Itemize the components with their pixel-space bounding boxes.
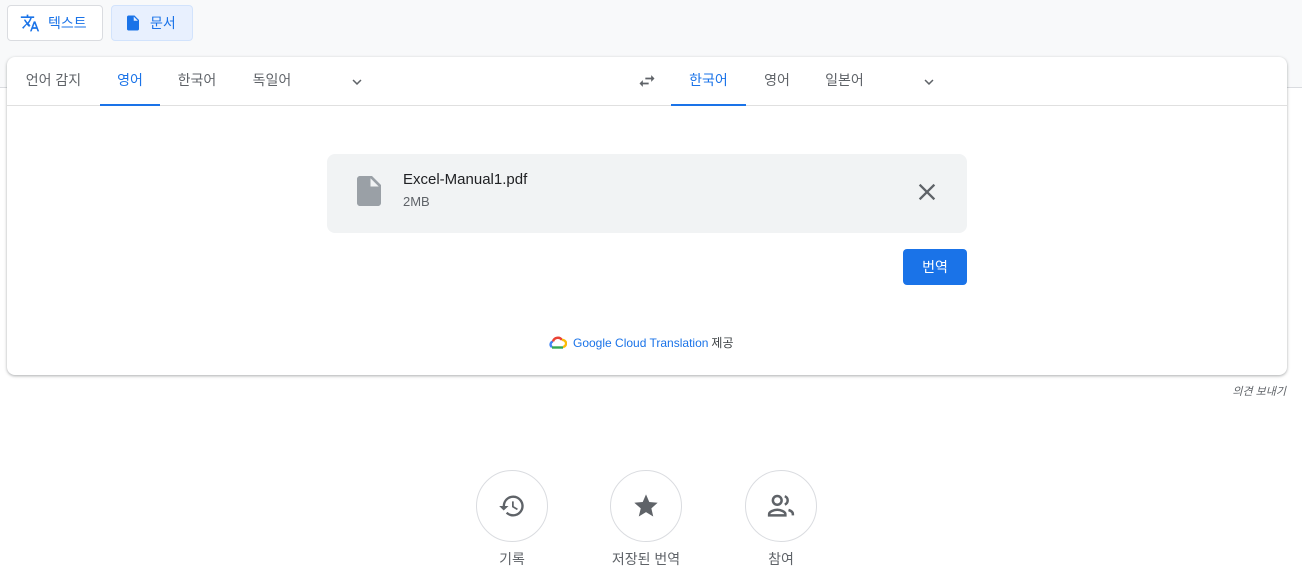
send-feedback-link[interactable]: 의견 보내기: [1232, 383, 1286, 399]
community-icon: [767, 494, 795, 517]
file-size: 2MB: [403, 194, 430, 209]
remove-file-close-icon[interactable]: [913, 178, 941, 206]
document-mode-button[interactable]: 문서: [111, 5, 193, 41]
uploaded-file: Excel-Manual1.pdf 2MB: [327, 154, 967, 233]
star-icon: [634, 494, 658, 517]
target-more-chevron-icon[interactable]: [920, 73, 938, 91]
source-tab-german[interactable]: 독일어: [237, 57, 307, 106]
text-mode-label: 텍스트: [48, 15, 87, 31]
target-tab-japanese[interactable]: 일본어: [812, 57, 877, 106]
swap-languages-icon[interactable]: [637, 71, 657, 91]
saved-label: 저장된 번역: [611, 551, 681, 567]
translate-button[interactable]: 번역: [903, 249, 967, 285]
text-mode-button[interactable]: 텍스트: [7, 5, 103, 41]
saved-button[interactable]: [610, 470, 682, 542]
document-mode-label: 문서: [150, 15, 176, 31]
file-icon: [357, 176, 381, 206]
source-tab-english[interactable]: 영어: [100, 57, 160, 106]
target-tab-english[interactable]: 영어: [747, 57, 807, 106]
powered-suffix: 제공: [711, 336, 734, 350]
file-name: Excel-Manual1.pdf: [403, 171, 528, 188]
translate-icon: [20, 14, 40, 32]
document-icon: [127, 15, 139, 31]
google-cloud-logo-icon: [549, 336, 567, 349]
history-label: 기록: [499, 551, 525, 567]
source-more-chevron-icon[interactable]: [348, 73, 366, 91]
language-bar: 언어 감지 영어 한국어 독일어 한국어 영어 일본어: [7, 57, 1287, 106]
target-tab-korean[interactable]: 한국어: [671, 57, 746, 106]
cloud-translation-link[interactable]: Google Cloud Translation: [573, 336, 708, 350]
community-button[interactable]: [745, 470, 817, 542]
history-button[interactable]: [476, 470, 548, 542]
translation-card: 언어 감지 영어 한국어 독일어 한국어 영어 일본어 Excel-Manual…: [7, 57, 1287, 375]
powered-by: Google Cloud Translation 제공: [549, 334, 734, 351]
history-icon: [499, 495, 524, 517]
community-label: 참여: [768, 551, 794, 567]
source-tab-korean[interactable]: 한국어: [162, 57, 232, 106]
source-tab-detect[interactable]: 언어 감지: [7, 57, 100, 106]
